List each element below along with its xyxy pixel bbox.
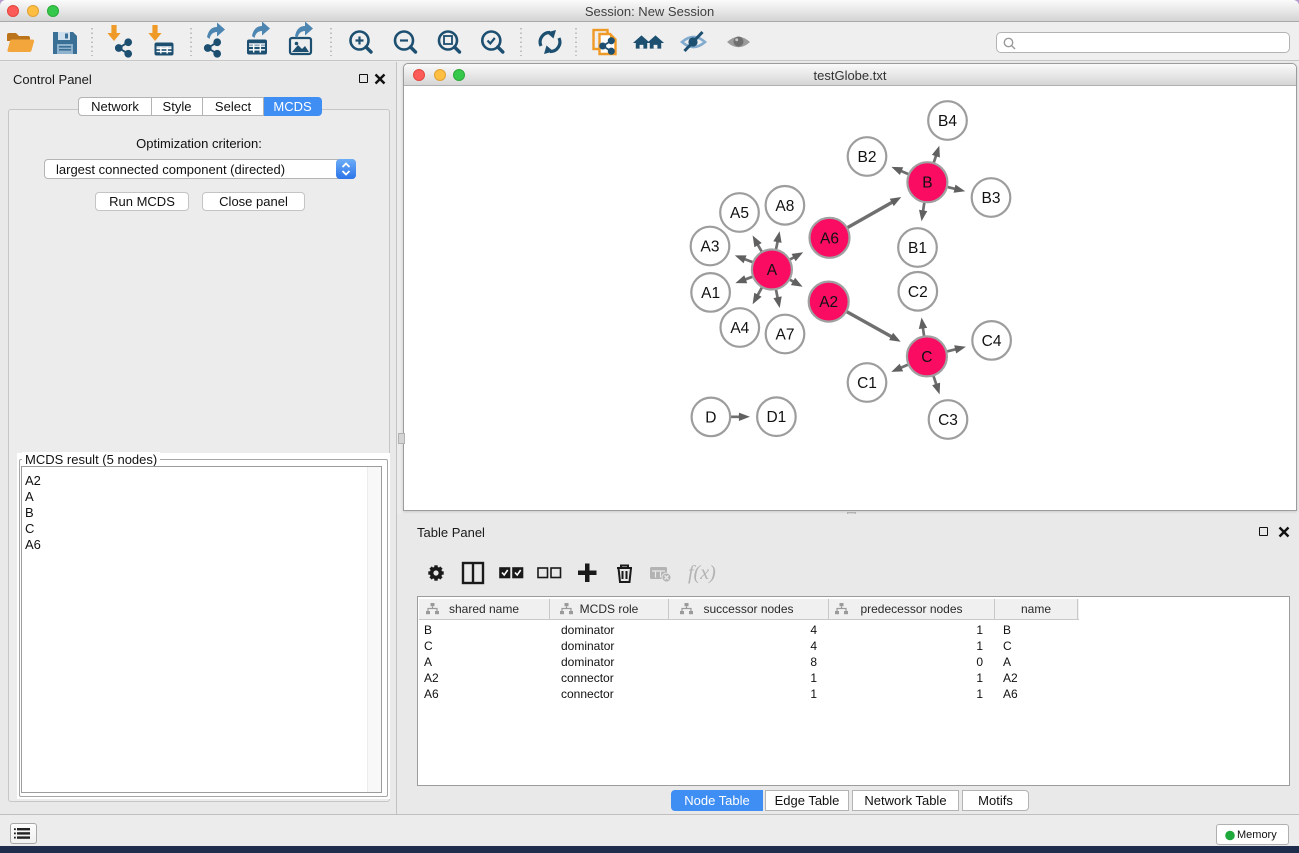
svg-text:D1: D1 bbox=[766, 409, 786, 426]
svg-text:B3: B3 bbox=[982, 190, 1001, 207]
svg-text:f(x): f(x) bbox=[688, 562, 716, 584]
svg-text:B4: B4 bbox=[938, 113, 957, 130]
svg-text:D: D bbox=[705, 409, 716, 426]
svg-text:C3: C3 bbox=[938, 412, 958, 429]
svg-text:A8: A8 bbox=[775, 198, 794, 215]
svg-text:A4: A4 bbox=[730, 320, 749, 337]
svg-text:B2: B2 bbox=[858, 149, 877, 166]
svg-text:C2: C2 bbox=[908, 284, 928, 301]
svg-text:A7: A7 bbox=[776, 327, 795, 344]
svg-text:C: C bbox=[921, 349, 932, 366]
svg-text:C4: C4 bbox=[982, 333, 1002, 350]
svg-text:A: A bbox=[767, 262, 778, 279]
svg-text:C1: C1 bbox=[857, 375, 877, 392]
svg-text:A6: A6 bbox=[820, 230, 839, 247]
svg-text:A3: A3 bbox=[701, 239, 720, 256]
svg-text:A5: A5 bbox=[730, 205, 749, 222]
svg-text:B1: B1 bbox=[908, 240, 927, 257]
svg-text:A2: A2 bbox=[819, 294, 838, 311]
svg-text:B: B bbox=[922, 175, 932, 192]
svg-text:A1: A1 bbox=[701, 285, 720, 302]
